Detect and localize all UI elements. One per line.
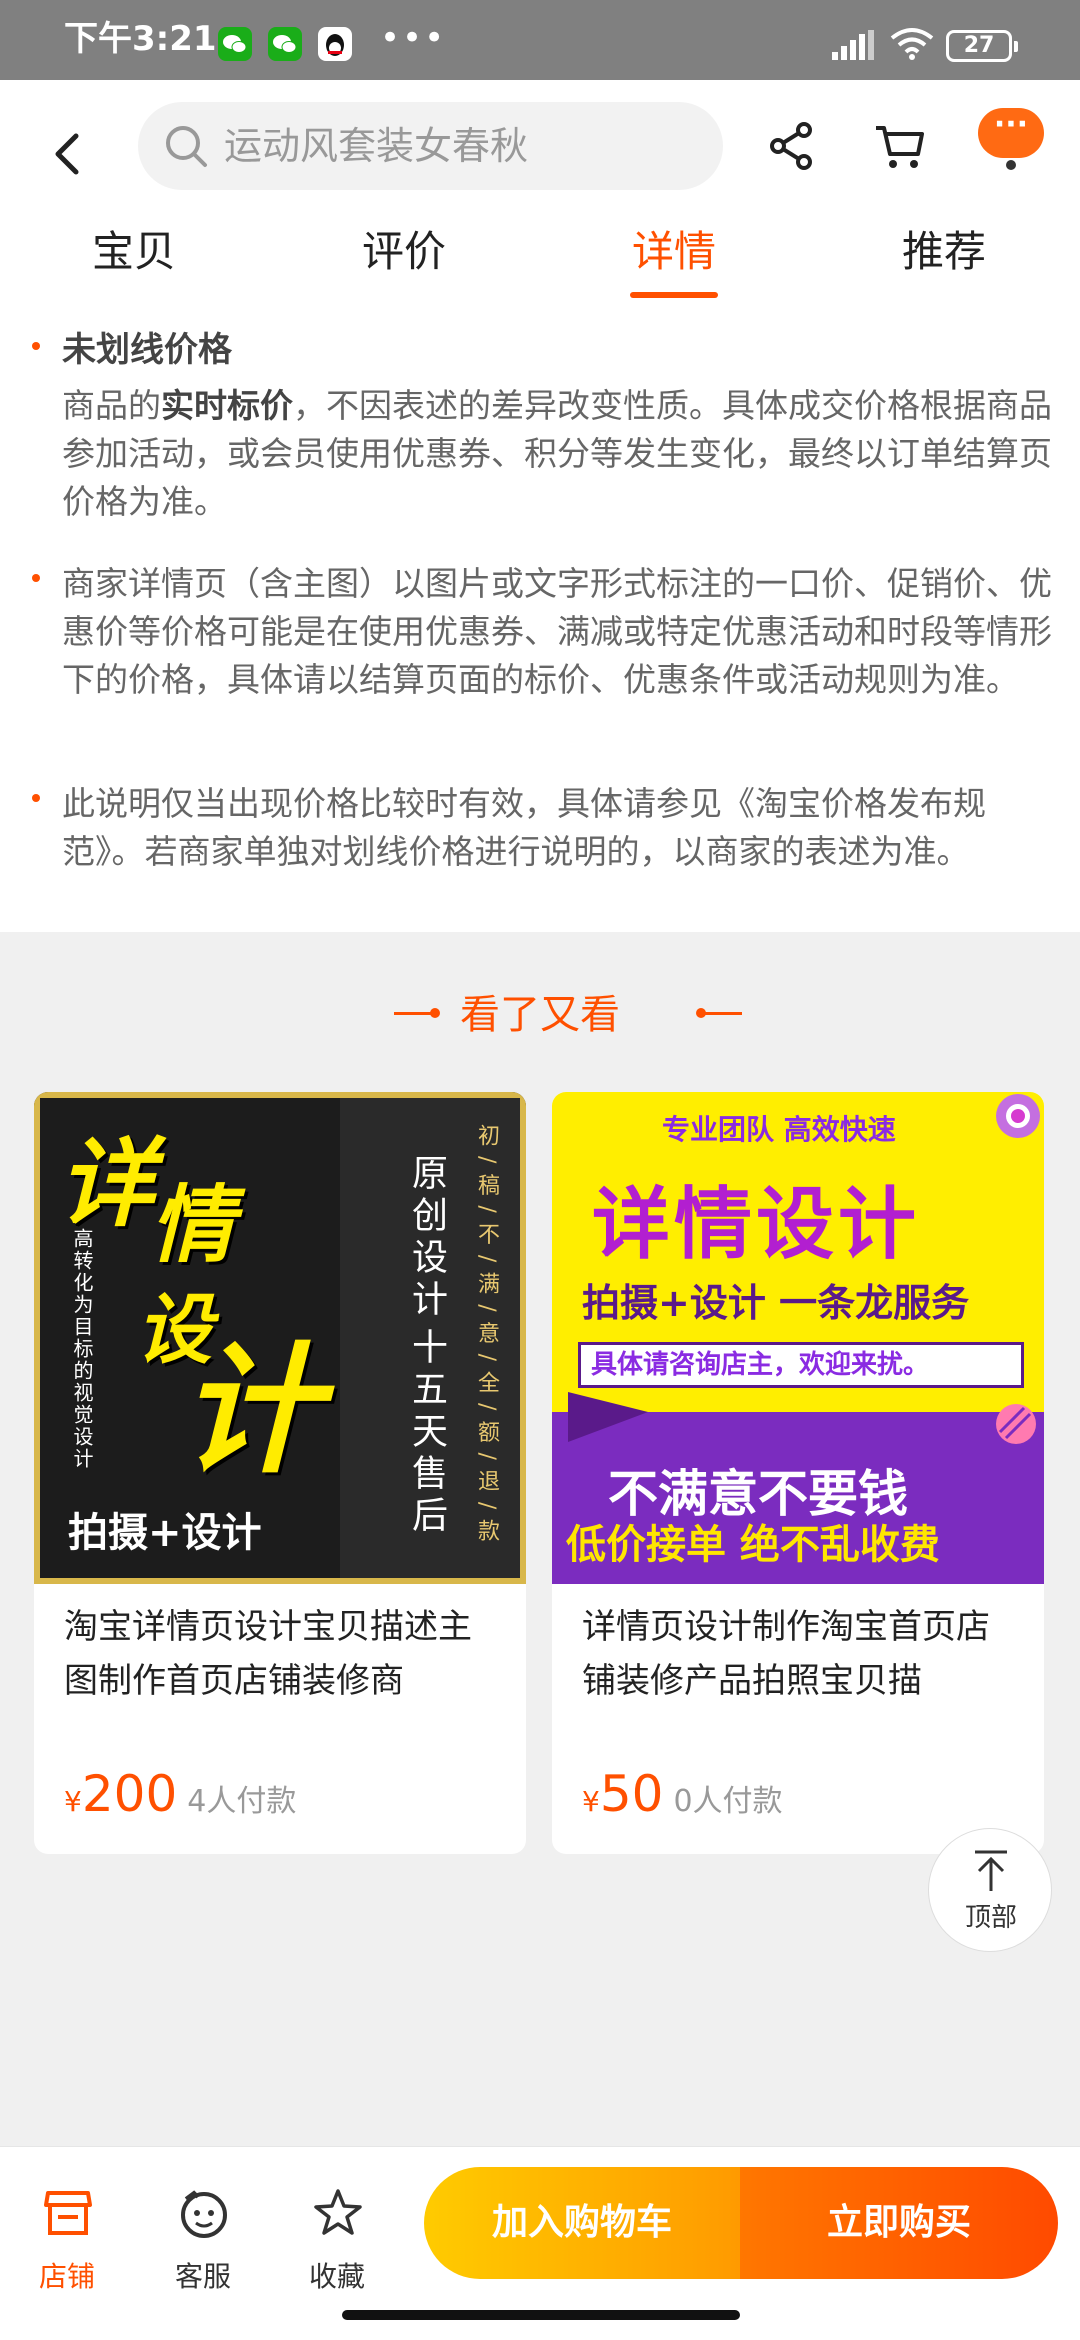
price-notice: 未划线价格 商品的实时标价，不因表述的差异改变性质。具体成交价格根据商品参加活动… bbox=[0, 312, 1080, 932]
image-text: 拍摄+设计 一条龙服务 bbox=[582, 1281, 970, 1325]
add-to-cart-button[interactable]: 加入购物车 bbox=[424, 2167, 740, 2279]
notification-dot bbox=[1006, 160, 1016, 170]
section-title: 看了又看 bbox=[460, 992, 620, 1038]
cart-icon bbox=[876, 126, 924, 168]
tab-item[interactable]: 宝贝 bbox=[44, 222, 224, 282]
more-button[interactable]: ··· bbox=[978, 108, 1044, 174]
price-value: 200 bbox=[81, 1765, 178, 1823]
cart-button[interactable] bbox=[872, 118, 928, 174]
qq-icon bbox=[318, 27, 352, 61]
image-text: 具体请咨询店主，欢迎来扰。 bbox=[578, 1342, 1024, 1388]
product-image: 专业团队 高效快速 详情设计 拍摄+设计 一条龙服务 具体请咨询店主，欢迎来扰。… bbox=[552, 1092, 1044, 1584]
service-icon bbox=[181, 2190, 227, 2238]
notice-text: 商家详情页（含主图）以图片或文字形式标注的一口价、促销价、优惠价等价格可能是在使… bbox=[62, 564, 1052, 699]
active-tab-indicator bbox=[630, 292, 718, 298]
more-icon: ··· bbox=[978, 108, 1044, 158]
back-to-top-button[interactable]: 顶部 bbox=[928, 1828, 1052, 1952]
home-indicator[interactable] bbox=[342, 2310, 740, 2320]
bullet-icon bbox=[32, 342, 40, 350]
service-label: 客服 bbox=[174, 2260, 231, 2293]
share-button[interactable] bbox=[764, 118, 820, 174]
currency-symbol: ¥ bbox=[64, 1785, 82, 1818]
tab-reviews[interactable]: 评价 bbox=[314, 222, 494, 282]
notice-text-prefix: 商品的 bbox=[62, 386, 161, 425]
back-icon bbox=[55, 133, 79, 175]
decor-circle-icon bbox=[996, 1094, 1040, 1138]
notice-title: 未划线价格 bbox=[62, 330, 232, 370]
product-image: 详 情 设 计 高转化为目标的视觉设计 原创设计 十五天售后 初/稿/不/满/意… bbox=[34, 1092, 526, 1584]
tab-recommend[interactable]: 推荐 bbox=[854, 222, 1034, 282]
image-text: 情 bbox=[150, 1175, 235, 1274]
signal-icon bbox=[832, 30, 874, 64]
image-text: 专业团队 高效快速 bbox=[662, 1113, 896, 1146]
search-input[interactable]: 运动风套装女春秋 bbox=[138, 102, 723, 190]
back-button[interactable] bbox=[40, 114, 100, 194]
status-bar: 下午3:21 ••• 27 bbox=[0, 0, 1080, 80]
currency-symbol: ¥ bbox=[582, 1785, 600, 1818]
battery-icon: 27 bbox=[946, 30, 1018, 62]
product-card[interactable]: 详 情 设 计 高转化为目标的视觉设计 原创设计 十五天售后 初/稿/不/满/意… bbox=[34, 1092, 526, 1854]
decor-line bbox=[700, 1012, 742, 1015]
image-text: 详 bbox=[58, 1127, 154, 1240]
bullet-icon bbox=[32, 574, 40, 582]
image-text: 高转化为目标的视觉设计 bbox=[70, 1228, 94, 1470]
share-icon bbox=[770, 122, 812, 170]
arrow-up-icon bbox=[975, 1850, 1007, 1891]
tab-bar: 宝贝 评价 详情 推荐 bbox=[0, 212, 1080, 312]
product-title[interactable]: 详情页设计制作淘宝首页店铺装修产品拍照宝贝描 bbox=[582, 1600, 1022, 1708]
sold-count: 4人付款 bbox=[187, 1784, 297, 1819]
bullet-icon bbox=[32, 794, 40, 802]
product-price: ¥50 0人付款 bbox=[582, 1764, 783, 1836]
buy-now-button[interactable]: 立即购买 bbox=[740, 2167, 1058, 2279]
notice-text-bold: 实时标价 bbox=[161, 386, 293, 425]
image-text: 详情设计 bbox=[592, 1180, 921, 1270]
image-text: 低价接单 绝不乱收费 bbox=[566, 1522, 940, 1568]
shop-label: 店铺 bbox=[38, 2260, 95, 2293]
image-text: 十五天售后 bbox=[406, 1328, 447, 1538]
price-value: 50 bbox=[599, 1765, 664, 1823]
arrow-decor-icon bbox=[568, 1392, 648, 1442]
store-icon bbox=[44, 2191, 92, 2235]
image-text: 拍摄+设计 bbox=[68, 1510, 262, 1556]
header: 运动风套装女春秋 ··· 宝贝 评价 详情 推荐 bbox=[0, 80, 1080, 312]
product-title[interactable]: 淘宝详情页设计宝贝描述主图制作首页店铺装修商 bbox=[64, 1600, 504, 1708]
wechat-icon bbox=[218, 27, 252, 61]
notice-text: 此说明仅当出现价格比较时有效，具体请参见《淘宝价格发布规范》。若商家单独对划线价… bbox=[62, 784, 986, 871]
image-text: 计 bbox=[180, 1329, 321, 1493]
wechat-icon bbox=[268, 27, 302, 61]
product-card[interactable]: 专业团队 高效快速 详情设计 拍摄+设计 一条龙服务 具体请咨询店主，欢迎来扰。… bbox=[552, 1092, 1044, 1854]
notice-text: 商品的实时标价，不因表述的差异改变性质。具体成交价格根据商品参加活动，或会员使用… bbox=[62, 382, 1052, 526]
back-to-top-label: 顶部 bbox=[964, 1903, 1017, 1933]
search-icon bbox=[166, 126, 207, 167]
search-placeholder: 运动风套装女春秋 bbox=[224, 124, 529, 168]
star-icon bbox=[314, 2189, 362, 2235]
wifi-icon bbox=[890, 26, 934, 64]
image-text: 初/稿/不/满/意/全/额/退/款 bbox=[474, 1124, 499, 1552]
product-price: ¥200 4人付款 bbox=[64, 1764, 296, 1836]
image-text: 原创设计 bbox=[406, 1154, 447, 1322]
status-time: 下午3:21 bbox=[64, 19, 217, 59]
stripe-decor-icon bbox=[996, 1404, 1036, 1444]
sold-count: 0人付款 bbox=[673, 1784, 783, 1819]
tab-details[interactable]: 详情 bbox=[584, 222, 764, 282]
more-notifications-icon: ••• bbox=[380, 18, 447, 58]
favorite-label: 收藏 bbox=[308, 2260, 365, 2293]
